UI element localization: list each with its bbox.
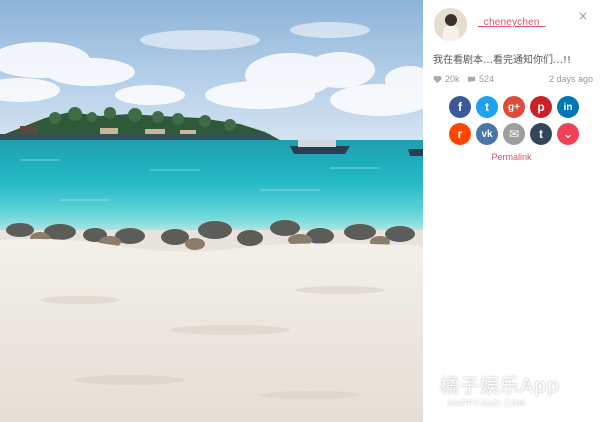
pocket-share-button[interactable]: ⌄ (557, 123, 579, 145)
close-icon[interactable]: × (578, 9, 588, 23)
linkedin-share-button[interactable]: in (557, 96, 579, 118)
reddit-share-button[interactable]: r (449, 123, 471, 145)
post-photo[interactable] (0, 0, 423, 422)
watermark-sub-text: HAPPYJUZI.COM (448, 399, 526, 408)
reddit-icon: r (457, 127, 463, 141)
pinterest-share-button[interactable]: p (530, 96, 552, 118)
share-buttons-row-1: f t g+ p in (449, 96, 579, 118)
vk-icon: vk (481, 128, 493, 140)
email-icon: ✉ (508, 127, 520, 141)
post-stats: 20k 524 2 days ago (433, 74, 593, 86)
pocket-icon: ⌄ (562, 127, 574, 141)
comments-count: 524 (479, 74, 495, 84)
comments-stat: 524 (467, 74, 494, 84)
pinterest-icon: p (537, 100, 545, 114)
email-share-button[interactable]: ✉ (503, 123, 525, 145)
username-link[interactable]: _cheneychen_ (478, 17, 545, 28)
twitter-icon: t (485, 100, 489, 114)
google-plus-share-button[interactable]: g+ (503, 96, 525, 118)
comment-icon (467, 76, 476, 83)
avatar-image (434, 8, 467, 41)
post-detail-panel: × _cheneychen_ 我在看剧本…看完通知你们…!! 20k 524 2… (423, 0, 600, 422)
tumblr-icon: t (539, 127, 543, 141)
beach-scene-image (0, 0, 423, 422)
facebook-icon: f (458, 100, 462, 114)
heart-icon (433, 75, 442, 83)
twitter-share-button[interactable]: t (476, 96, 498, 118)
likes-count: 20k (445, 74, 460, 84)
avatar[interactable] (434, 8, 467, 41)
linkedin-icon: in (563, 101, 573, 113)
watermark-main-text: 橘子娱乐App (440, 375, 561, 397)
watermark: 橘子娱乐App HAPPYJUZI.COM (440, 371, 600, 415)
post-time: 2 days ago (548, 74, 593, 84)
likes-stat: 20k (433, 74, 460, 84)
share-buttons-row-2: r vk ✉ t ⌄ (449, 123, 579, 145)
google-plus-icon: g+ (508, 101, 520, 113)
vk-share-button[interactable]: vk (476, 123, 498, 145)
tumblr-share-button[interactable]: t (530, 123, 552, 145)
post-caption: 我在看剧本…看完通知你们…!! (433, 55, 572, 66)
permalink-link[interactable]: Permalink (423, 152, 600, 162)
facebook-share-button[interactable]: f (449, 96, 471, 118)
